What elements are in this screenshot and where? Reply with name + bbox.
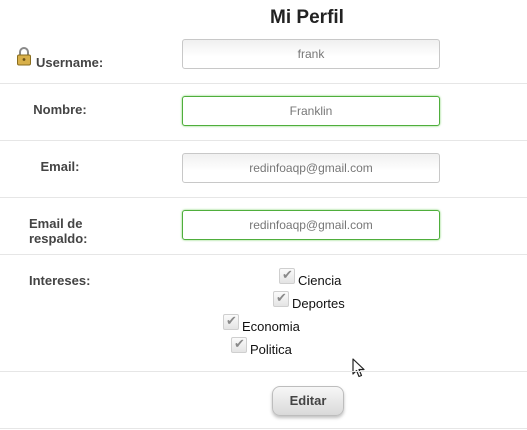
row-divider [0,140,527,141]
email-field[interactable] [182,153,440,183]
row-divider [0,254,527,255]
lock-icon [16,46,32,66]
checkmark-icon: ✔ [234,336,245,351]
checkbox-item-deportes[interactable]: ✔ Deportes [273,290,345,311]
checkbox-label: Deportes [292,296,345,311]
email-respaldo-label-line1: Email de [29,216,83,231]
checkmark-icon: ✔ [226,313,237,328]
checkbox[interactable]: ✔ [231,336,247,353]
row-divider [0,83,527,84]
username-label: Username: [36,55,104,70]
checkbox-label: Politica [250,342,292,357]
checkmark-icon: ✔ [282,267,293,282]
checkbox-label: Economia [242,319,300,334]
checkbox-item-politica[interactable]: ✔ Politica [231,336,292,357]
email-respaldo-label: Email de respaldo: [29,216,88,246]
checkmark-icon: ✔ [276,290,287,305]
email-respaldo-field[interactable] [182,210,440,240]
row-divider [0,197,527,198]
checkbox[interactable]: ✔ [273,290,289,307]
checkbox-item-ciencia[interactable]: ✔ Ciencia [279,267,341,288]
nombre-label: Nombre: [33,102,87,117]
intereses-label: Intereses: [29,273,91,288]
row-divider [0,428,527,429]
page-title: Mi Perfil [270,7,344,28]
checkbox-item-economia[interactable]: ✔ Economia [223,313,300,334]
checkbox-label: Ciencia [298,273,342,288]
edit-button[interactable]: Editar [272,386,344,416]
email-respaldo-label-line2: respaldo: [29,231,88,246]
nombre-field[interactable] [182,96,440,126]
username-field[interactable] [182,39,440,69]
row-divider [0,371,527,372]
checkbox[interactable]: ✔ [279,267,295,284]
email-label: Email: [40,159,80,174]
checkbox[interactable]: ✔ [223,313,239,330]
